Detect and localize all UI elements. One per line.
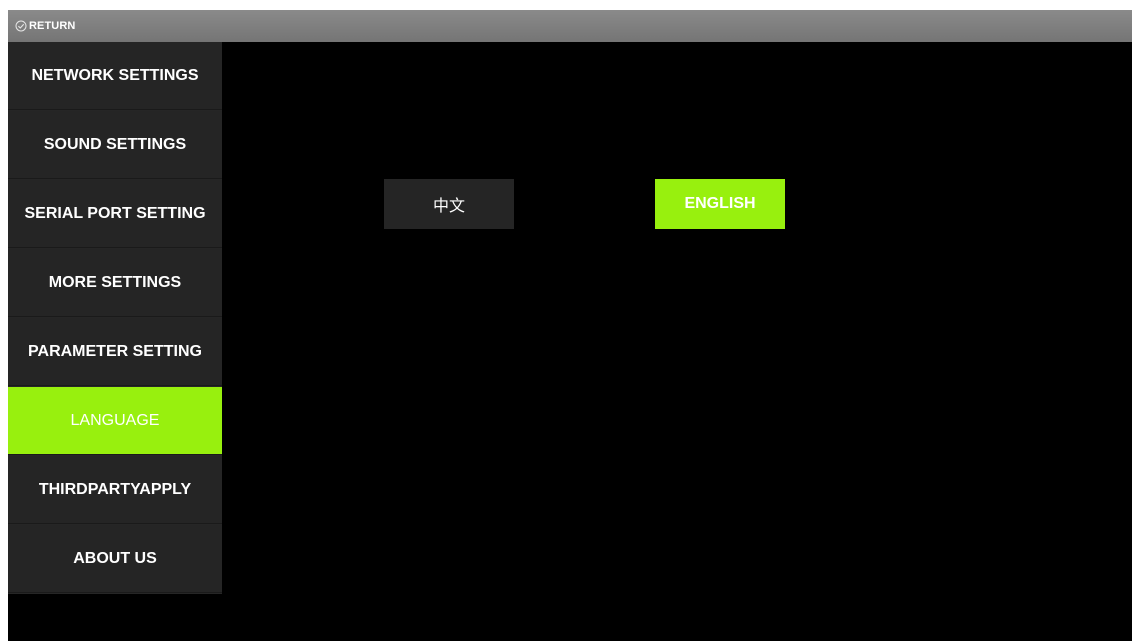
sidebar-item-network-settings[interactable]: NETWORK SETTINGS (8, 42, 222, 110)
sidebar-item-serial-port-setting[interactable]: SERIAL PORT SETTING (8, 180, 222, 248)
return-button[interactable]: RETURN (8, 10, 83, 42)
sidebar-item-parameter-setting[interactable]: PARAMETER SETTING (8, 318, 222, 386)
check-circle-icon (14, 19, 28, 33)
settings-screen: RETURN NETWORK SETTINGS SOUND SETTINGS S… (8, 10, 1132, 641)
return-label: RETURN (29, 20, 76, 32)
language-chinese-button[interactable]: 中文 (384, 179, 514, 229)
settings-sidebar: NETWORK SETTINGS SOUND SETTINGS SERIAL P… (8, 42, 222, 594)
sidebar-item-more-settings[interactable]: MORE SETTINGS (8, 249, 222, 317)
sidebar-item-sound-settings[interactable]: SOUND SETTINGS (8, 111, 222, 179)
sidebar-item-thirdpartyapply[interactable]: THIRDPARTYAPPLY (8, 456, 222, 524)
language-english-button[interactable]: ENGLISH (655, 179, 785, 229)
sidebar-item-about-us[interactable]: ABOUT US (8, 525, 222, 593)
sidebar-item-language[interactable]: LANGUAGE (8, 387, 222, 455)
top-bar: RETURN (8, 10, 1132, 42)
